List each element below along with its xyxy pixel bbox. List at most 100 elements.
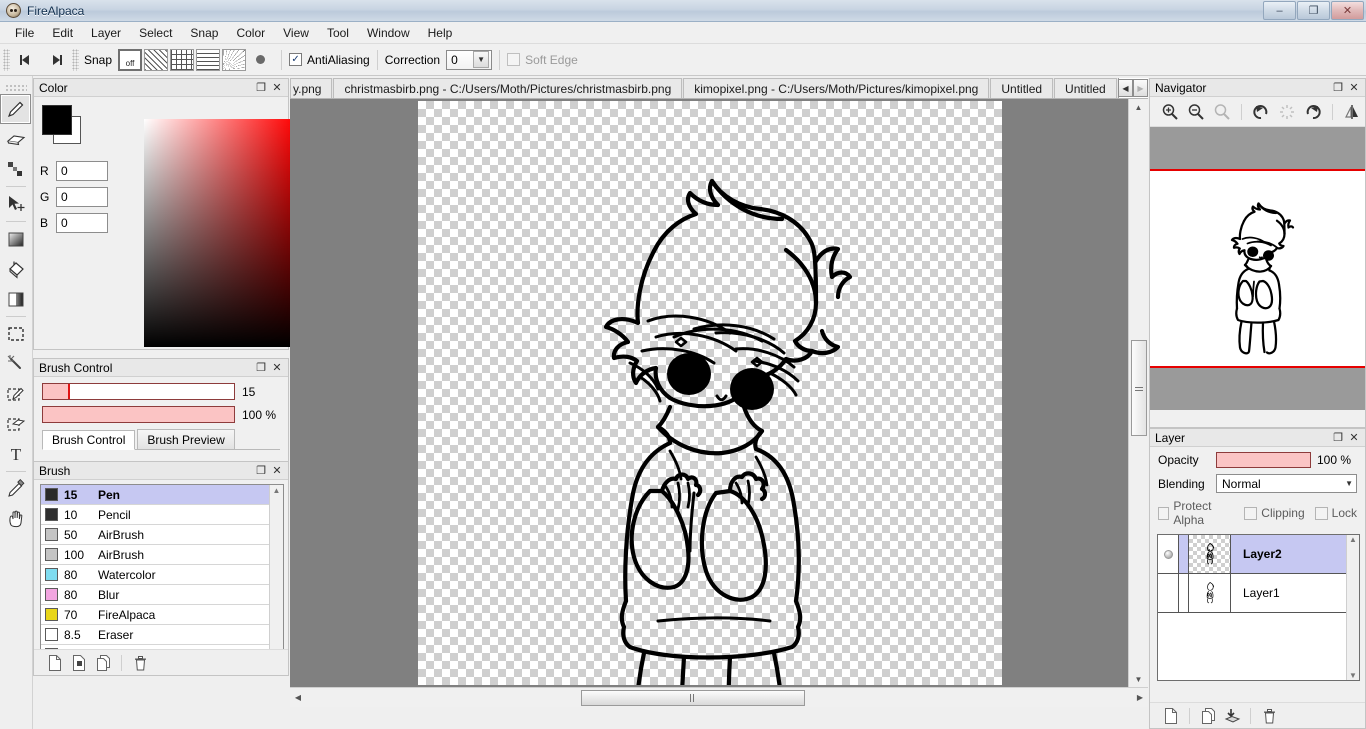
new-layer-button[interactable] xyxy=(1160,706,1182,726)
brush-properties-button[interactable] xyxy=(68,653,90,673)
brush-list-scrollbar[interactable]: ▲ ▼ xyxy=(269,485,283,663)
document-tab[interactable]: Untitled xyxy=(990,78,1054,98)
blue-input[interactable] xyxy=(56,213,108,233)
document-tab[interactable]: christmasbirb.png - C:/Users/Moth/Pictur… xyxy=(333,78,683,98)
brush-list-item[interactable]: 10 Pencil xyxy=(41,505,283,525)
clipping-checkbox[interactable]: Clipping xyxy=(1244,506,1305,520)
snap-off-button[interactable]: off xyxy=(118,48,143,71)
brush-size-slider[interactable] xyxy=(42,383,235,400)
navigator-view[interactable] xyxy=(1150,127,1365,410)
select-pen-tool[interactable] xyxy=(0,379,31,409)
green-input[interactable] xyxy=(56,187,108,207)
canvas-area[interactable] xyxy=(290,99,1148,687)
toolbar-grip[interactable] xyxy=(3,48,10,71)
hand-tool[interactable] xyxy=(0,504,31,534)
eraser-tool[interactable] xyxy=(0,124,31,154)
canvas-hscroll-thumb[interactable] xyxy=(581,689,805,706)
layer-visibility-toggle[interactable] xyxy=(1158,574,1179,612)
zoom-in-icon[interactable] xyxy=(1158,100,1182,124)
brush-opacity-slider[interactable] xyxy=(42,406,235,423)
brush-panel-float-button[interactable]: ❐ xyxy=(253,463,269,478)
duplicate-brush-button[interactable] xyxy=(92,653,114,673)
canvas-horizontal-scrollbar[interactable]: ◀ ▶ xyxy=(290,687,1148,707)
tool-strip-grip[interactable] xyxy=(5,84,27,91)
pen-tool[interactable] xyxy=(0,94,31,124)
menu-tool[interactable]: Tool xyxy=(318,24,358,42)
canvas-vscroll-thumb[interactable] xyxy=(1130,340,1147,436)
snap-parallel-line-button[interactable] xyxy=(144,48,169,71)
brush-list-item[interactable]: 80 Blur xyxy=(41,585,283,605)
select-rectangle-tool[interactable] xyxy=(0,319,31,349)
brush-list-item[interactable]: 80 Watercolor xyxy=(41,565,283,585)
protect-alpha-checkbox[interactable]: Protect Alpha xyxy=(1158,499,1234,527)
layer-list-item[interactable]: Layer2 xyxy=(1158,535,1359,574)
flip-horizontal-icon[interactable] xyxy=(1340,100,1364,124)
canvas-hscroll-track[interactable] xyxy=(306,688,1132,708)
layer-visibility-toggle[interactable] xyxy=(1158,535,1179,573)
new-brush-button[interactable] xyxy=(44,653,66,673)
brush-list-item[interactable]: 50 AirBrush xyxy=(41,525,283,545)
brush-list-item[interactable]: 100 AirBrush xyxy=(41,545,283,565)
layer-blending-dropdown[interactable]: Normal ▼ xyxy=(1216,474,1357,493)
brush-size-slider-knob[interactable] xyxy=(67,384,70,399)
layer-list-item[interactable]: Layer1 xyxy=(1158,574,1359,613)
delete-brush-button[interactable] xyxy=(129,653,151,673)
scroll-down-icon[interactable]: ▼ xyxy=(1349,671,1357,680)
antialiasing-checkbox[interactable]: ✓ AntiAliasing xyxy=(289,53,370,67)
snap-radial-button[interactable] xyxy=(222,48,247,71)
saturation-value-square[interactable] xyxy=(144,119,296,347)
layer-opacity-slider[interactable] xyxy=(1216,452,1311,468)
close-button[interactable]: ✕ xyxy=(1331,1,1364,20)
menu-color[interactable]: Color xyxy=(227,24,274,42)
gradient-fill-tool[interactable] xyxy=(0,224,31,254)
document-tab[interactable]: kimopixel.png - C:/Users/Moth/Pictures/k… xyxy=(683,78,990,98)
tab-scroll-left-button[interactable]: ◀ xyxy=(1118,79,1133,97)
brush-panel-close-button[interactable]: ✕ xyxy=(269,463,285,478)
color-panel-float-button[interactable]: ❐ xyxy=(253,80,269,95)
zoom-reset-icon[interactable] xyxy=(1210,100,1234,124)
eyedropper-tool[interactable] xyxy=(0,474,31,504)
brush-control-float-button[interactable]: ❐ xyxy=(253,360,269,375)
scroll-up-icon[interactable]: ▲ xyxy=(273,485,281,496)
navigator-float-button[interactable]: ❐ xyxy=(1330,80,1346,95)
red-input[interactable] xyxy=(56,161,108,181)
canvas-scroll-down-icon[interactable]: ▼ xyxy=(1135,671,1143,687)
layer-name[interactable]: Layer2 xyxy=(1231,535,1359,573)
layer-name[interactable]: Layer1 xyxy=(1231,574,1359,612)
foreground-color-swatch[interactable] xyxy=(42,105,72,135)
layer-panel-float-button[interactable]: ❐ xyxy=(1330,430,1346,445)
scroll-up-icon[interactable]: ▲ xyxy=(1349,535,1357,544)
color-swatches[interactable] xyxy=(42,105,82,145)
bucket-tool[interactable] xyxy=(0,254,31,284)
magic-wand-tool[interactable] xyxy=(0,349,31,379)
dot-pen-tool[interactable] xyxy=(0,154,31,184)
lock-checkbox[interactable]: Lock xyxy=(1314,506,1357,520)
gradient-tool[interactable] xyxy=(0,284,31,314)
minimize-button[interactable]: – xyxy=(1263,1,1296,20)
text-tool[interactable]: T xyxy=(0,439,31,469)
canvas-vscroll-track[interactable] xyxy=(1129,115,1149,671)
menu-file[interactable]: File xyxy=(6,24,43,42)
merge-layer-button[interactable] xyxy=(1221,706,1243,726)
zoom-out-icon[interactable] xyxy=(1184,100,1208,124)
layer-list-scrollbar[interactable]: ▲ ▼ xyxy=(1346,535,1359,680)
restore-button[interactable]: ❐ xyxy=(1297,1,1330,20)
brush-control-close-button[interactable]: ✕ xyxy=(269,360,285,375)
snap-concentric-circle-button[interactable] xyxy=(248,49,272,71)
document-tab[interactable]: Untitled xyxy=(1054,78,1117,98)
move-tool[interactable] xyxy=(0,189,31,219)
brush-list-item[interactable]: 15 Pen xyxy=(41,485,283,505)
canvas-scroll-left-icon[interactable]: ◀ xyxy=(290,693,306,702)
rotate-reset-icon[interactable] xyxy=(1275,100,1299,124)
canvas-sheet[interactable] xyxy=(418,101,1002,685)
menu-layer[interactable]: Layer xyxy=(82,24,130,42)
menu-select[interactable]: Select xyxy=(130,24,181,42)
snap-horizontal-button[interactable] xyxy=(196,48,221,71)
brush-list-item[interactable]: 8.5 Eraser xyxy=(41,625,283,645)
rotate-left-icon[interactable] xyxy=(1249,100,1273,124)
soft-edge-checkbox[interactable]: Soft Edge xyxy=(507,53,578,67)
menu-help[interactable]: Help xyxy=(419,24,462,42)
menu-snap[interactable]: Snap xyxy=(181,24,227,42)
brush-list-item[interactable]: 70 FireAlpaca xyxy=(41,605,283,625)
select-eraser-tool[interactable] xyxy=(0,409,31,439)
